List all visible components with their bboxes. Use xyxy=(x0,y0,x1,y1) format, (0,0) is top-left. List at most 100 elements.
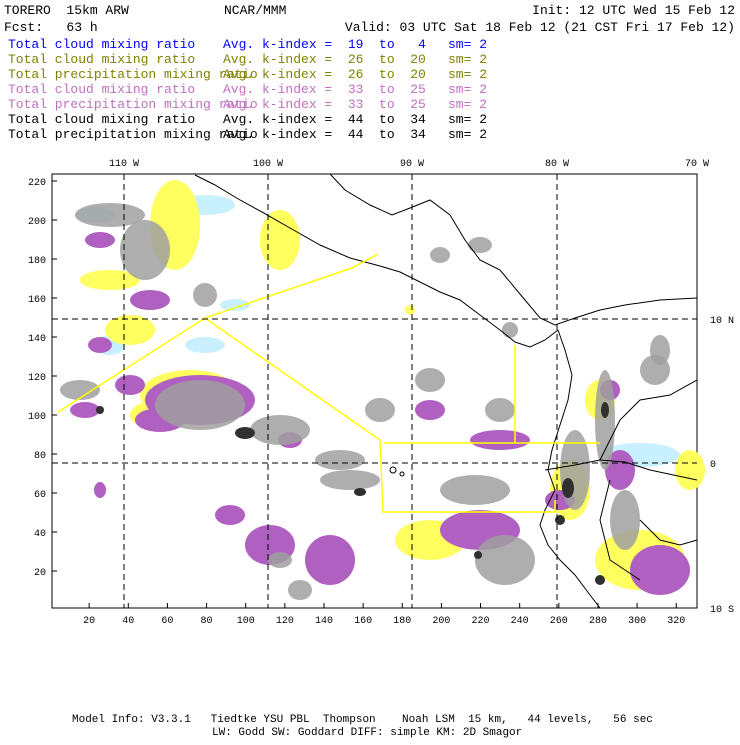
yellow-cloud-area xyxy=(675,450,705,490)
legend-sm: sm= 2 xyxy=(448,112,487,127)
legend-sm: sm= 2 xyxy=(448,127,487,142)
longitude-label: 100 W xyxy=(253,159,283,170)
y-tick-label: 40 xyxy=(34,529,46,540)
gray-cloud-area xyxy=(320,470,380,490)
gray-cloud-area xyxy=(430,247,450,263)
gray-cloud-area xyxy=(485,398,515,422)
org-label: NCAR/MMM xyxy=(224,3,286,18)
x-tick-label: 120 xyxy=(276,616,294,627)
gray-cloud-area xyxy=(440,475,510,505)
gray-cloud-area xyxy=(120,220,170,280)
gray-cloud-area xyxy=(502,322,518,338)
init-time: Init: 12 UTC Wed 15 Feb 12 xyxy=(532,3,735,18)
x-tick-label: 60 xyxy=(161,616,173,627)
valid-time: Valid: 03 UTC Sat 18 Feb 12 (21 CST Fri … xyxy=(345,20,735,35)
dark-cloud-area xyxy=(474,551,482,559)
latitude-label: 0 xyxy=(710,460,716,471)
longitude-label: 80 W xyxy=(545,159,569,170)
legend-field: Total precipitation mixing ratio xyxy=(8,127,258,142)
longitude-label: 90 W xyxy=(400,159,424,170)
gray-cloud-area xyxy=(155,380,245,430)
x-tick-label: 40 xyxy=(122,616,134,627)
gray-cloud-area xyxy=(315,450,365,470)
legend-range: Avg. k-index = 44 to 34 xyxy=(223,112,426,127)
y-tick-label: 200 xyxy=(28,217,46,228)
legend-field: Total precipitation mixing ratio xyxy=(8,97,258,112)
legend-range: Avg. k-index = 33 to 25 xyxy=(223,97,426,112)
magenta-cloud-area xyxy=(215,505,245,525)
legend-field: Total precipitation mixing ratio xyxy=(8,67,258,82)
y-tick-label: 60 xyxy=(34,490,46,501)
dark-cloud-area xyxy=(595,575,605,585)
gray-cloud-area xyxy=(193,283,217,307)
y-tick-label: 220 xyxy=(28,178,46,189)
map-panel: 20 40 60 80 100 120 140 160 180 200 220 20 40 60 80 100… xyxy=(28,159,734,627)
dark-cloud-area xyxy=(235,427,255,439)
longitude-label: 70 W xyxy=(685,159,709,170)
yellow-cloud-area xyxy=(405,305,415,315)
legend-range: Avg. k-index = 26 to 20 xyxy=(223,52,426,67)
latitude-label: 10 S xyxy=(710,605,734,616)
model-info: Model Info: V3.3.1 Tiedtke YSU PBL Thomp… xyxy=(72,714,653,726)
gray-cloud-area xyxy=(560,430,590,510)
magenta-cloud-area xyxy=(415,400,445,420)
longitude-label: 110 W xyxy=(109,159,139,170)
x-tick-label: 320 xyxy=(667,616,685,627)
legend-field: Total cloud mixing ratio xyxy=(8,37,195,52)
legend-field: Total cloud mixing ratio xyxy=(8,52,195,67)
model-title: TORERO 15km ARW xyxy=(4,3,129,18)
gray-cloud-area xyxy=(60,380,100,400)
gray-cloud-area xyxy=(610,490,640,550)
x-tick-label: 160 xyxy=(354,616,372,627)
x-tick-label: 20 xyxy=(83,616,95,627)
legend-range: Avg. k-index = 44 to 34 xyxy=(223,127,426,142)
gray-cloud-area xyxy=(365,398,395,422)
magenta-cloud-area xyxy=(88,337,112,353)
legend-field: Total cloud mixing ratio xyxy=(8,82,195,97)
y-tick-label: 120 xyxy=(28,373,46,384)
magenta-cloud-area xyxy=(70,402,100,418)
y-tick-label: 80 xyxy=(34,451,46,462)
x-tick-label: 180 xyxy=(393,616,411,627)
forecast-map-figure: TORERO 15km ARW NCAR/MMM Init: 12 UTC We… xyxy=(4,3,735,739)
legend-field: Total cloud mixing ratio xyxy=(8,112,195,127)
magenta-cloud-area xyxy=(630,545,690,595)
legend-range: Avg. k-index = 26 to 20 xyxy=(223,67,426,82)
light_blue-cloud-area xyxy=(185,337,225,353)
x-tick-label: 260 xyxy=(550,616,568,627)
x-tick-label: 240 xyxy=(511,616,529,627)
magenta-cloud-area xyxy=(85,232,115,248)
dark-cloud-area xyxy=(96,406,104,414)
gray-cloud-area xyxy=(595,370,615,470)
x-tick-label: 280 xyxy=(589,616,607,627)
yellow-cloud-area xyxy=(260,210,300,270)
dark-cloud-area xyxy=(601,402,609,418)
x-tick-label: 80 xyxy=(201,616,213,627)
dark-cloud-area xyxy=(562,478,574,498)
magenta-cloud-area xyxy=(470,430,530,450)
x-tick-label: 300 xyxy=(628,616,646,627)
y-tick-label: 180 xyxy=(28,256,46,267)
y-tick-label: 20 xyxy=(34,568,46,579)
legend-sm: sm= 2 xyxy=(448,52,487,67)
x-tick-label: 200 xyxy=(432,616,450,627)
magenta-cloud-area xyxy=(94,482,106,498)
y-tick-label: 160 xyxy=(28,295,46,306)
legend-range: Avg. k-index = 19 to 4 xyxy=(223,37,426,52)
gray-cloud-area xyxy=(250,415,310,445)
gray-cloud-area xyxy=(288,580,312,600)
legend: Total cloud mixing ratio Avg. k-index = 1… xyxy=(8,37,487,142)
forecast-hour: Fcst: 63 h xyxy=(4,20,98,35)
legend-sm: sm= 2 xyxy=(448,37,487,52)
gray-cloud-area xyxy=(268,552,292,568)
legend-sm: sm= 2 xyxy=(448,82,487,97)
dark-cloud-area xyxy=(354,488,366,496)
y-tick-label: 100 xyxy=(28,412,46,423)
magenta-cloud-area xyxy=(130,290,170,310)
gray-cloud-area xyxy=(475,535,535,585)
magenta-cloud-area xyxy=(115,375,145,395)
x-tick-label: 140 xyxy=(315,616,333,627)
footer: Model Info: V3.3.1 Tiedtke YSU PBL Thomp… xyxy=(72,714,653,739)
y-tick-label: 140 xyxy=(28,334,46,345)
x-tick-label: 100 xyxy=(237,616,255,627)
